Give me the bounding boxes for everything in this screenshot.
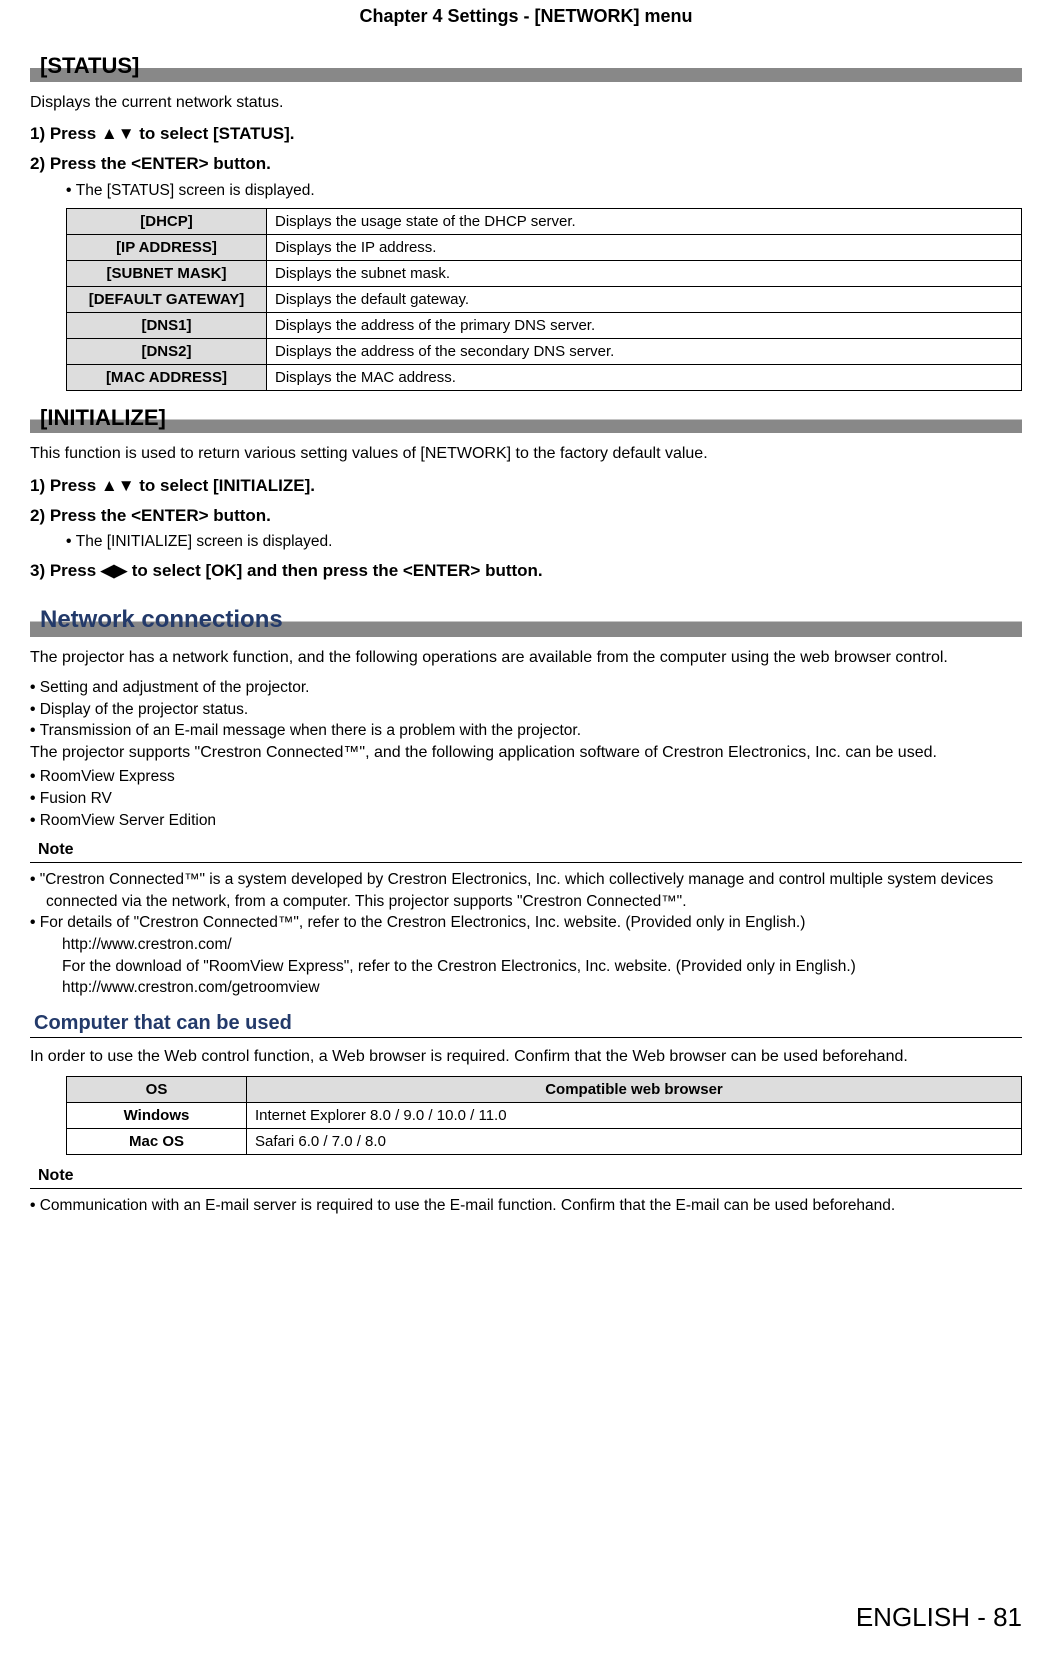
list-item: Communication with an E-mail server is r… [30,1195,1022,1217]
td-browser: Safari 6.0 / 7.0 / 8.0 [247,1129,1022,1155]
table-key: [SUBNET MASK] [67,260,267,286]
initialize-step2: 2) Press the <ENTER> button. [30,504,1022,528]
network-p2: The projector supports "Crestron Connect… [30,742,1022,764]
arrow-left-right-icon: ◀▶ [101,561,127,580]
status-step2: 2) Press the <ENTER> button. [30,152,1022,176]
step-text: to select [INITIALIZE]. [135,476,315,495]
page-footer: ENGLISH - 81 [856,1599,1022,1635]
table-val: Displays the default gateway. [267,286,1022,312]
th-os: OS [67,1077,247,1103]
note-heading: Note [30,1165,1022,1188]
table-val: Displays the address of the secondary DN… [267,338,1022,364]
network-p1: The projector has a network function, an… [30,647,1022,669]
browser-table: OS Compatible web browser Windows Intern… [66,1076,1022,1155]
step-text: 1) Press [30,124,101,143]
note-url: http://www.crestron.com/ [46,934,1022,956]
status-intro: Displays the current network status. [30,92,1022,114]
table-val: Displays the usage state of the DHCP ser… [267,208,1022,234]
status-step2-bullet: The [STATUS] screen is displayed. [66,180,1022,202]
section-title-status: [STATUS] [30,51,1022,82]
subheading-computer: Computer that can be used [30,1009,1022,1038]
list-item: "Crestron Connected™" is a system develo… [30,869,1022,912]
step-text: to select [OK] and then press the <ENTER… [127,561,543,580]
section-title-initialize: [INITIALIZE] [30,403,1022,434]
td-browser: Internet Explorer 8.0 / 9.0 / 10.0 / 11.… [247,1103,1022,1129]
arrow-up-down-icon: ▲▼ [101,476,135,495]
list-item: RoomView Server Edition [30,810,1022,832]
note-text: For the download of "RoomView Express", … [46,956,1022,978]
initialize-step2-bullet: The [INITIALIZE] screen is displayed. [66,531,1022,553]
arrow-up-down-icon: ▲▼ [101,124,135,143]
table-val: Displays the subnet mask. [267,260,1022,286]
table-row: [MAC ADDRESS]Displays the MAC address. [67,364,1022,390]
table-row: [DHCP]Displays the usage state of the DH… [67,208,1022,234]
list-item: RoomView Express [30,766,1022,788]
step-text: 1) Press [30,476,101,495]
list-item: Display of the projector status. [30,699,1022,721]
step-text: to select [STATUS]. [135,124,295,143]
list-item: For details of "Crestron Connected™", re… [30,912,1022,999]
note-text: For details of "Crestron Connected™", re… [40,914,806,931]
initialize-step1: 1) Press ▲▼ to select [INITIALIZE]. [30,474,1022,498]
table-key: [DEFAULT GATEWAY] [67,286,267,312]
table-key: [DNS2] [67,338,267,364]
table-row: Mac OS Safari 6.0 / 7.0 / 8.0 [67,1129,1022,1155]
table-key: [DHCP] [67,208,267,234]
td-os: Windows [67,1103,247,1129]
status-step1: 1) Press ▲▼ to select [STATUS]. [30,122,1022,146]
note-heading: Note [30,839,1022,862]
status-table: [DHCP]Displays the usage state of the DH… [66,208,1022,391]
table-row: [DNS2]Displays the address of the second… [67,338,1022,364]
table-key: [DNS1] [67,312,267,338]
list-item: Fusion RV [30,788,1022,810]
initialize-step3: 3) Press ◀▶ to select [OK] and then pres… [30,559,1022,583]
initialize-intro: This function is used to return various … [30,443,1022,465]
td-os: Mac OS [67,1129,247,1155]
table-key: [IP ADDRESS] [67,234,267,260]
chapter-header: Chapter 4 Settings - [NETWORK] menu [30,0,1022,43]
table-row: [IP ADDRESS]Displays the IP address. [67,234,1022,260]
table-val: Displays the IP address. [267,234,1022,260]
table-val: Displays the address of the primary DNS … [267,312,1022,338]
step-text: 3) Press [30,561,101,580]
computer-intro: In order to use the Web control function… [30,1046,1022,1068]
section-title-network: Network connections [30,603,1022,637]
note-url: http://www.crestron.com/getroomview [46,977,1022,999]
table-row: OS Compatible web browser [67,1077,1022,1103]
table-row: [DNS1]Displays the address of the primar… [67,312,1022,338]
list-item: Setting and adjustment of the projector. [30,677,1022,699]
table-row: Windows Internet Explorer 8.0 / 9.0 / 10… [67,1103,1022,1129]
list-item: Transmission of an E-mail message when t… [30,720,1022,742]
table-row: [SUBNET MASK]Displays the subnet mask. [67,260,1022,286]
table-val: Displays the MAC address. [267,364,1022,390]
table-key: [MAC ADDRESS] [67,364,267,390]
table-row: [DEFAULT GATEWAY]Displays the default ga… [67,286,1022,312]
th-browser: Compatible web browser [247,1077,1022,1103]
note-text: "Crestron Connected™" is a system develo… [40,871,993,910]
